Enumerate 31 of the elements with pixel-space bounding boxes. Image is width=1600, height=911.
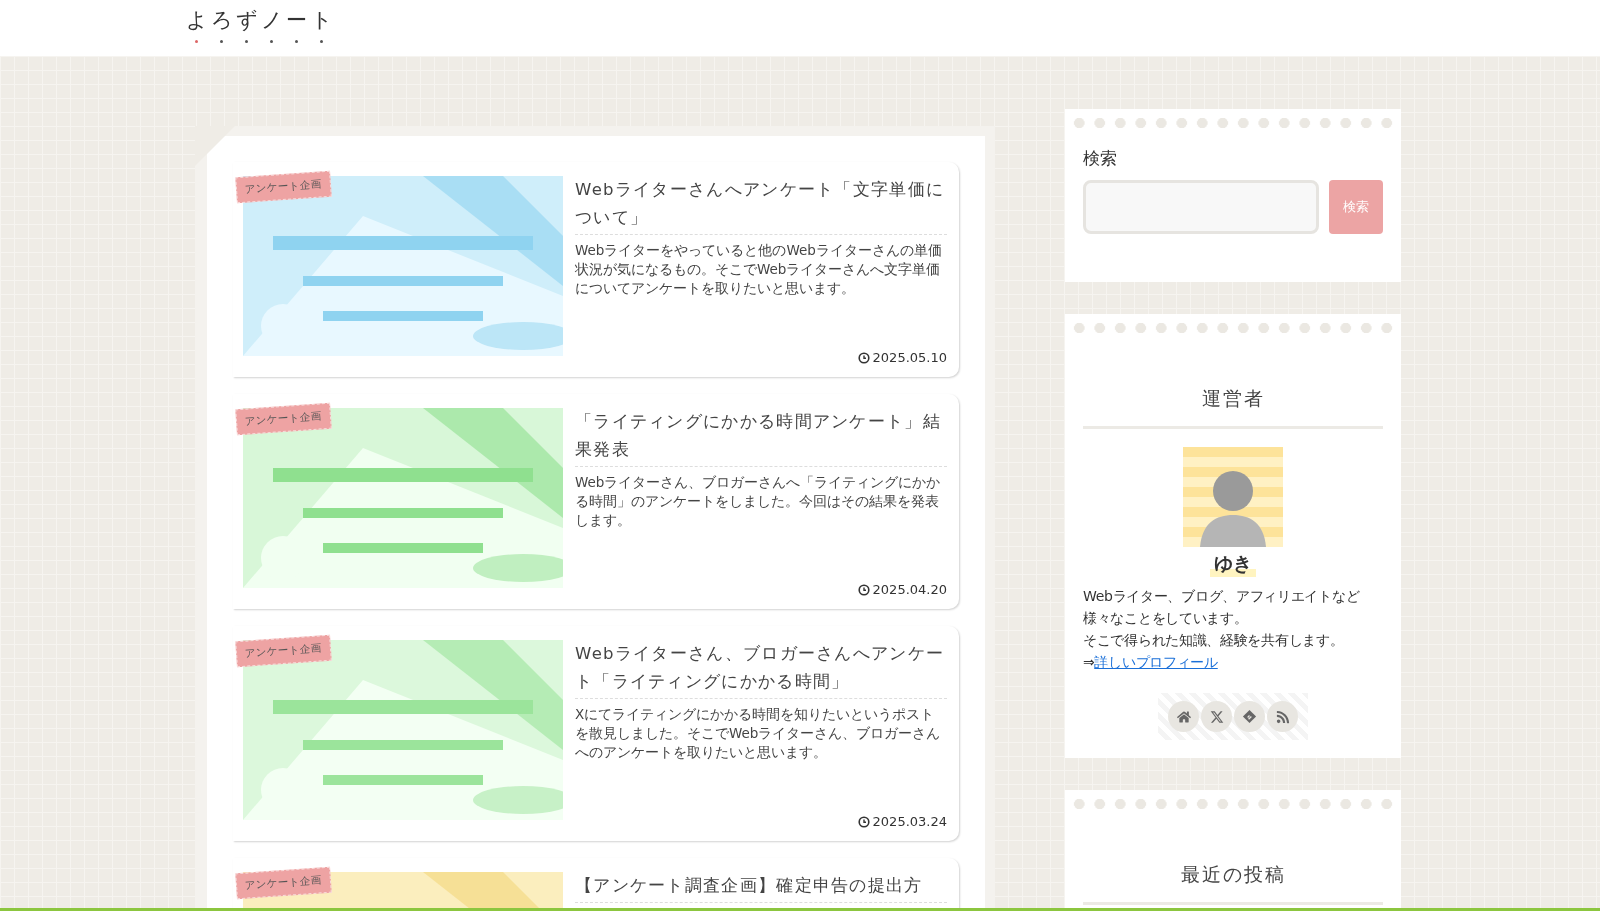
post-title[interactable]: Webライターさん、ブロガーさんへアンケート「ライティングにかかる時間」 xyxy=(575,640,947,699)
widget-heading: 検索 xyxy=(1083,147,1118,170)
widget-heading: 最近の投稿 xyxy=(1083,862,1383,905)
clock-icon xyxy=(857,351,870,364)
category-label: アンケート企画 xyxy=(235,866,332,900)
post-excerpt: Webライターをやっていると他のWebライターさんの単価状況が気になるもの。そこでWebライターさんへ文字単価についてアンケートを取りたいと思います。 xyxy=(575,241,943,298)
post-title[interactable]: 【アンケート調査企画】確定申告の提出方 xyxy=(575,872,947,903)
post-card[interactable]: アンケート企画 「ライティングにかかる時間アンケート」結果発表 Webライターさん、ブロガーさんへ「ライティングにかかる時間」のアンケートをしました。今回はその結果を発表します。 2025.04.20 xyxy=(233,394,959,609)
post-card[interactable]: アンケート企画 【アンケート調査企画】確定申告の提出方 xyxy=(233,858,959,908)
site-logo[interactable]: よろずノート xyxy=(185,6,333,43)
post-excerpt: Xにてライティングにかかる時間を知りたいというポストを散見しました。そこでWebライターさん、ブロガーさんへのアンケートを取りたいと思います。 xyxy=(575,705,942,762)
search-field[interactable] xyxy=(1083,180,1319,234)
widget-heading: 運営者 xyxy=(1083,386,1383,429)
clock-icon xyxy=(857,815,870,828)
date-text: 2025.04.20 xyxy=(872,582,947,597)
category-label: アンケート企画 xyxy=(235,170,332,204)
post-title[interactable]: 「ライティングにかかる時間アンケート」結果発表 xyxy=(575,408,947,467)
home-icon[interactable] xyxy=(1168,701,1199,732)
x-icon[interactable] xyxy=(1201,701,1232,732)
post-card[interactable]: アンケート企画 Webライターさんへアンケート「文字単価について」 Webライターをやっていると他のWebライターさんの単価状況が気になるもの。そこでWebライターさんへ文字単価についてアンケートを取りたいと思います。 2025.05.10 xyxy=(233,162,959,377)
date-text: 2025.05.10 xyxy=(872,350,947,365)
post-title[interactable]: Webライターさんへアンケート「文字単価について」 xyxy=(575,176,947,235)
post-card[interactable]: アンケート企画 Webライターさん、ブロガーさんへアンケート「ライティングにかかる時間」 Xにてライティングにかかる時間を知りたいというポストを散見しました。そこでWebライターさん、ブロガーさんへのアンケートを取りたいと思います。 2025.03.24 xyxy=(233,626,959,841)
post-excerpt: Webライターさん、ブロガーさんへ「ライティングにかかる時間」のアンケートをしました。今回はその結果を発表します。 xyxy=(575,473,942,530)
category-label: アンケート企画 xyxy=(235,402,332,436)
date-text: 2025.03.24 xyxy=(872,814,947,829)
category-label: アンケート企画 xyxy=(235,634,332,668)
profile-link[interactable]: 詳しいプロフィール xyxy=(1094,654,1218,670)
rss-icon[interactable] xyxy=(1267,701,1298,732)
author-bio: Webライター、ブログ、アフィリエイトなど 様々なことをしています。 そこで得られた知識、経験を共有します。 ⇒詳しいプロフィール xyxy=(1083,587,1361,672)
clock-icon xyxy=(857,583,870,596)
